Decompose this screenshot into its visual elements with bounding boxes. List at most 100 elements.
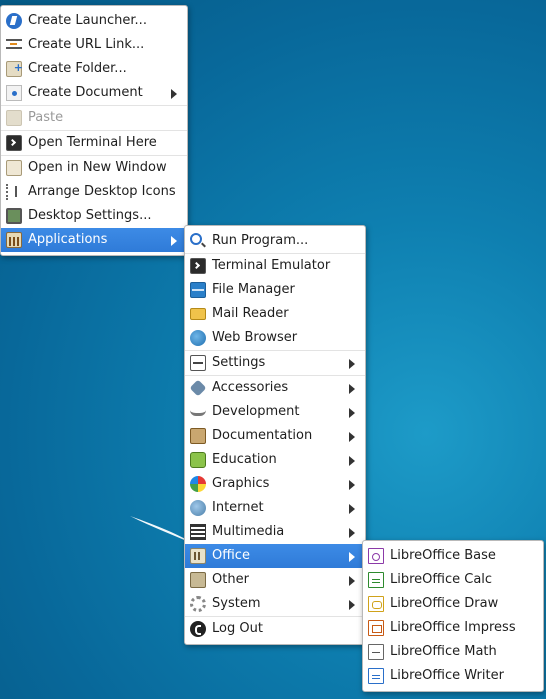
menu-item-label: Create Folder... (28, 61, 127, 76)
new-folder-icon (6, 56, 23, 80)
open-in-new-window-item[interactable]: Open in New Window (1, 156, 187, 180)
menu-item-label: LibreOffice Base (390, 548, 496, 563)
submenu-arrow-icon (349, 432, 355, 442)
libreoffice-calc-item[interactable]: LibreOffice Calc (363, 568, 543, 592)
menu-item-label: System (212, 596, 261, 611)
menu-item-label: LibreOffice Draw (390, 596, 499, 611)
multimedia-icon (190, 524, 206, 540)
libreoffice-draw-icon (368, 596, 384, 612)
submenu-arrow-icon (349, 552, 355, 562)
terminal-emulator-item[interactable]: Terminal Emulator (185, 254, 365, 278)
libreoffice-writer-icon (368, 668, 384, 684)
internet-item[interactable]: Internet (185, 496, 365, 520)
file-manager-item[interactable]: File Manager (185, 278, 365, 302)
libreoffice-impress-item[interactable]: LibreOffice Impress (363, 616, 543, 640)
menu-item-label: Create Document (28, 85, 143, 100)
education-icon (190, 452, 206, 468)
log-out-item[interactable]: Log Out (185, 617, 365, 641)
menu-item-label: Web Browser (212, 330, 298, 345)
menu-item-label: Mail Reader (212, 306, 289, 321)
menu-item-label: Terminal Emulator (212, 258, 331, 273)
launcher-icon (6, 13, 22, 29)
menu-item-label: LibreOffice Impress (390, 620, 516, 635)
education-item[interactable]: Education (185, 448, 365, 472)
libreoffice-impress-icon (368, 620, 384, 636)
internet-icon (190, 500, 206, 516)
menu-item-label: Multimedia (212, 524, 285, 539)
accessories-item[interactable]: Accessories (185, 376, 365, 400)
other-icon (190, 572, 206, 588)
web-browser-item[interactable]: Web Browser (185, 326, 365, 350)
settings-item[interactable]: Settings (185, 351, 365, 375)
documentation-icon (190, 428, 206, 444)
submenu-arrow-icon (349, 359, 355, 369)
desktop-settings-icon (6, 208, 22, 224)
menu-item-label: Desktop Settings... (28, 208, 152, 223)
documentation-item[interactable]: Documentation (185, 424, 365, 448)
menu-item-label: LibreOffice Calc (390, 572, 493, 587)
submenu-arrow-icon (349, 504, 355, 514)
submenu-arrow-icon (349, 528, 355, 538)
office-icon (190, 548, 206, 564)
libreoffice-math-item[interactable]: LibreOffice Math (363, 640, 543, 664)
create-folder-item[interactable]: Create Folder... (1, 56, 187, 81)
menu-item-label: Create Launcher... (28, 13, 147, 28)
terminal-icon (190, 258, 206, 274)
create-url-link-item[interactable]: Create URL Link... (1, 33, 187, 57)
mail-icon (190, 308, 206, 320)
mail-reader-item[interactable]: Mail Reader (185, 302, 365, 326)
menu-item-label: LibreOffice Writer (390, 668, 504, 683)
libreoffice-base-item[interactable]: LibreOffice Base (363, 544, 543, 568)
menu-item-label: Create URL Link... (28, 37, 145, 52)
multimedia-item[interactable]: Multimedia (185, 520, 365, 544)
create-launcher-item[interactable]: Create Launcher... (1, 9, 187, 33)
development-icon (190, 406, 206, 416)
graphics-icon (190, 476, 206, 492)
menu-item-label: Documentation (212, 428, 313, 443)
system-icon (190, 596, 206, 612)
window-icon (6, 160, 22, 176)
run-program-icon (190, 233, 202, 245)
menu-item-label: Office (212, 548, 250, 563)
arrange-desktop-icons-item[interactable]: Arrange Desktop Icons (1, 180, 187, 204)
menu-item-label: Education (212, 452, 277, 467)
paste-icon (6, 110, 22, 126)
menu-item-label: Open Terminal Here (28, 135, 157, 150)
libreoffice-draw-item[interactable]: LibreOffice Draw (363, 592, 543, 616)
new-document-icon (6, 85, 22, 101)
libreoffice-base-icon (368, 548, 384, 564)
applications-item[interactable]: Applications (1, 228, 187, 252)
libreoffice-writer-item[interactable]: LibreOffice Writer (363, 664, 543, 688)
submenu-arrow-icon (349, 576, 355, 586)
desktop-settings-item[interactable]: Desktop Settings... (1, 204, 187, 228)
system-item[interactable]: System (185, 592, 365, 616)
submenu-arrow-icon (171, 89, 177, 99)
menu-item-label: Graphics (212, 476, 270, 491)
open-terminal-here-item[interactable]: Open Terminal Here (1, 131, 187, 155)
file-manager-icon (190, 282, 206, 298)
settings-icon (190, 355, 206, 371)
office-item[interactable]: Office (185, 544, 365, 568)
libreoffice-math-icon (368, 644, 384, 660)
log-out-icon (190, 621, 206, 637)
menu-item-label: File Manager (212, 282, 295, 297)
menu-item-label: Arrange Desktop Icons (28, 184, 176, 199)
graphics-item[interactable]: Graphics (185, 472, 365, 496)
menu-item-label: Paste (28, 110, 64, 125)
submenu-arrow-icon (349, 456, 355, 466)
desktop-context-menu: Create Launcher... Create URL Link... Cr… (0, 5, 188, 256)
web-browser-icon (190, 330, 206, 346)
run-program-item[interactable]: Run Program... (185, 229, 365, 253)
applications-submenu: Run Program... Terminal Emulator File Ma… (184, 225, 366, 645)
other-item[interactable]: Other (185, 568, 365, 592)
url-link-icon (6, 39, 22, 49)
menu-item-label: Applications (28, 232, 108, 247)
menu-item-label: Internet (212, 500, 264, 515)
create-document-item[interactable]: Create Document (1, 81, 187, 105)
submenu-arrow-icon (349, 600, 355, 610)
development-item[interactable]: Development (185, 400, 365, 424)
office-submenu: LibreOffice Base LibreOffice Calc LibreO… (362, 540, 544, 692)
menu-item-label: Open in New Window (28, 160, 167, 175)
submenu-arrow-icon (349, 384, 355, 394)
menu-item-label: Log Out (212, 621, 263, 636)
